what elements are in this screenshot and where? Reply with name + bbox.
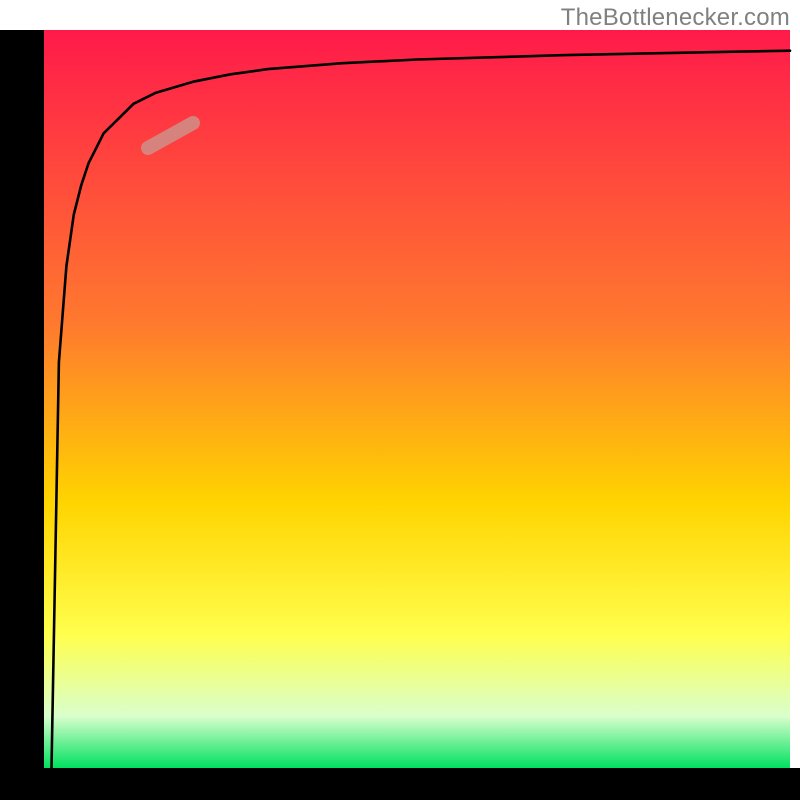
chart-svg — [0, 0, 800, 800]
plot-area — [44, 30, 790, 768]
attribution-label: TheBottlenecker.com — [561, 4, 790, 32]
chart-stage: TheBottlenecker.com — [0, 0, 800, 800]
